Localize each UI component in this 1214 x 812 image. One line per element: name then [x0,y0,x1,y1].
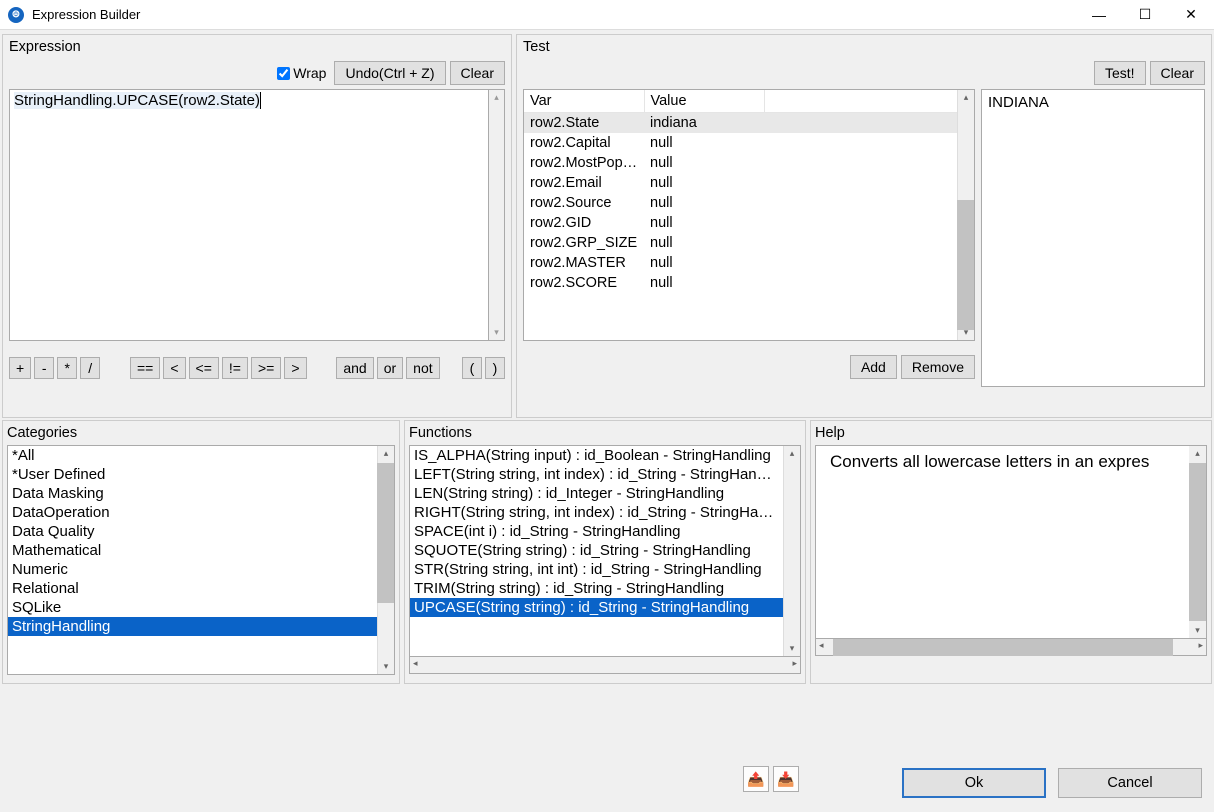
list-item[interactable]: SQUOTE(String string) : id_String - Stri… [410,541,783,560]
list-item[interactable]: SQLike [8,598,377,617]
cancel-button[interactable]: Cancel [1058,768,1202,798]
list-item[interactable]: *User Defined [8,465,377,484]
list-item[interactable]: Mathematical [8,541,377,560]
run-test-button[interactable]: Test! [1094,61,1146,85]
folder-in-icon: 📥 [777,771,794,788]
table-row[interactable]: row2.Stateindiana [524,113,958,134]
list-item[interactable]: IS_ALPHA(String input) : id_Boolean - St… [410,446,783,465]
expression-panel-title: Expression [9,37,505,59]
help-text: Converts all lowercase letters in an exp… [815,445,1207,639]
table-row[interactable]: row2.Capitalnull [524,133,958,153]
list-item[interactable]: TRIM(String string) : id_String - String… [410,579,783,598]
op-mul-button[interactable]: * [57,357,77,379]
table-row[interactable]: row2.SCOREnull [524,273,958,293]
table-row[interactable]: row2.Emailnull [524,173,958,193]
list-item[interactable]: StringHandling [8,617,377,636]
functions-list[interactable]: IS_ALPHA(String input) : id_Boolean - St… [409,445,801,657]
test-result-output: INDIANA [981,89,1205,387]
maximize-button[interactable]: ☐ [1122,0,1168,30]
col-var[interactable]: Var [524,90,644,113]
op-eq-button[interactable]: == [130,357,160,379]
categories-scrollbar[interactable]: ▴▾ [377,446,394,674]
ok-button[interactable]: Ok [902,768,1046,798]
table-row[interactable]: row2.MASTERnull [524,253,958,273]
list-item[interactable]: STR(String string, int int) : id_String … [410,560,783,579]
op-not-button[interactable]: not [406,357,439,379]
window-title: Expression Builder [32,7,1076,22]
minimize-button[interactable]: — [1076,0,1122,30]
op-div-button[interactable]: / [80,357,100,379]
categories-list[interactable]: *All*User DefinedData MaskingDataOperati… [7,445,395,675]
variables-scrollbar[interactable]: ▴▾ [957,90,974,340]
list-item[interactable]: *All [8,446,377,465]
expression-input[interactable]: StringHandling.UPCASE(row2.State)​ [9,89,489,341]
expression-panel: Expression Wrap Undo(Ctrl + Z) Clear Str… [2,34,512,418]
functions-v-scrollbar[interactable]: ▴▾ [783,446,800,656]
dialog-footer: 📤 📥 Ok Cancel [0,754,1214,812]
op-lt-button[interactable]: < [163,357,185,379]
import-icon-button[interactable]: 📥 [773,766,799,792]
list-item[interactable]: Numeric [8,560,377,579]
test-panel: Test Test! Clear Var Value ro [516,34,1212,418]
list-item[interactable]: SPACE(int i) : id_String - StringHandlin… [410,522,783,541]
help-panel: Help Converts all lowercase letters in a… [810,420,1212,684]
op-gt-button[interactable]: > [284,357,306,379]
app-icon: ⊜ [8,7,24,23]
help-panel-title: Help [815,423,1207,445]
clear-test-button[interactable]: Clear [1150,61,1205,85]
categories-panel-title: Categories [7,423,395,445]
list-item[interactable]: DataOperation [8,503,377,522]
op-lparen-button[interactable]: ( [462,357,482,379]
op-rparen-button[interactable]: ) [485,357,505,379]
list-item[interactable]: Relational [8,579,377,598]
list-item[interactable]: Data Masking [8,484,377,503]
categories-panel: Categories *All*User DefinedData Masking… [2,420,400,684]
table-row[interactable]: row2.GRP_SIZEnull [524,233,958,253]
table-row[interactable]: row2.GIDnull [524,213,958,233]
functions-panel-title: Functions [409,423,801,445]
wrap-checkbox[interactable] [277,67,290,80]
list-item[interactable]: LEFT(String string, int index) : id_Stri… [410,465,783,484]
list-item[interactable]: UPCASE(String string) : id_String - Stri… [410,598,783,617]
operator-bar: + - * / == < <= != >= > and or not [9,357,505,379]
help-v-scrollbar[interactable]: ▴▾ [1189,446,1206,638]
col-value[interactable]: Value [644,90,764,113]
functions-h-scrollbar[interactable]: ◂▸ [409,657,801,674]
op-ne-button[interactable]: != [222,357,248,379]
test-panel-title: Test [523,37,1205,59]
close-button[interactable]: ✕ [1168,0,1214,30]
wrap-checkbox-label[interactable]: Wrap [277,65,326,81]
remove-variable-button[interactable]: Remove [901,355,975,379]
op-minus-button[interactable]: - [34,357,54,379]
list-item[interactable]: LEN(String string) : id_Integer - String… [410,484,783,503]
table-row[interactable]: row2.Sourcenull [524,193,958,213]
undo-button[interactable]: Undo(Ctrl + Z) [334,61,445,85]
folder-out-icon: 📤 [747,771,764,788]
op-and-button[interactable]: and [336,357,373,379]
list-item[interactable]: RIGHT(String string, int index) : id_Str… [410,503,783,522]
list-item[interactable]: Data Quality [8,522,377,541]
help-h-scrollbar[interactable]: ◂▸ [815,639,1207,656]
functions-panel: Functions IS_ALPHA(String input) : id_Bo… [404,420,806,684]
op-le-button[interactable]: <= [189,357,219,379]
op-ge-button[interactable]: >= [251,357,281,379]
op-plus-button[interactable]: + [9,357,31,379]
table-row[interactable]: row2.MostPop…null [524,153,958,173]
add-variable-button[interactable]: Add [850,355,897,379]
expression-scrollbar[interactable]: ▴▾ [489,89,505,341]
export-icon-button[interactable]: 📤 [743,766,769,792]
titlebar: ⊜ Expression Builder — ☐ ✕ [0,0,1214,30]
variables-table[interactable]: Var Value row2.Stateindianarow2.Capitaln… [523,89,975,341]
clear-expression-button[interactable]: Clear [450,61,505,85]
op-or-button[interactable]: or [377,357,403,379]
